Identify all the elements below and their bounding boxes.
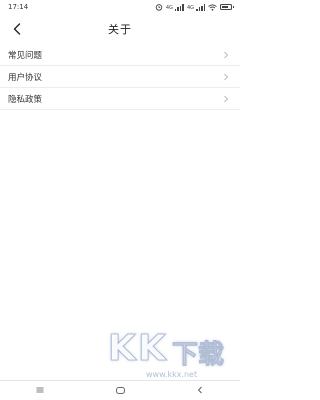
watermark: K K 下载 www.kkx.net xyxy=(108,328,236,388)
system-nav-bar xyxy=(0,380,240,399)
menu-item-privacy-policy[interactable]: 隐私政策 xyxy=(0,88,240,110)
back-icon xyxy=(197,386,202,394)
signal-icon: 4G xyxy=(186,3,205,11)
watermark-text: 下载 xyxy=(172,340,225,371)
signal-icon: 4G xyxy=(165,3,184,11)
chevron-right-icon xyxy=(222,51,230,59)
menu-item-label: 隐私政策 xyxy=(8,94,43,105)
battery-icon xyxy=(220,4,234,10)
page-title: 关于 xyxy=(108,23,132,36)
signal-label: 4G xyxy=(165,4,173,11)
status-time: 17:14 xyxy=(8,3,29,11)
menu-item-faq[interactable]: 常见问题 xyxy=(0,44,240,66)
back-nav-button[interactable] xyxy=(190,383,210,397)
alarm-icon xyxy=(155,4,163,11)
watermark-url: www.kkx.net xyxy=(146,370,198,379)
chevron-right-icon xyxy=(222,73,230,81)
chevron-right-icon xyxy=(222,95,230,103)
menu-item-label: 常见问题 xyxy=(8,50,43,61)
battery-fill xyxy=(222,6,228,8)
menu-icon xyxy=(36,387,44,393)
back-button[interactable] xyxy=(8,20,26,38)
header: 关于 xyxy=(0,14,240,44)
status-bar: 17:14 4G 4G xyxy=(0,0,240,14)
back-chevron-icon xyxy=(13,23,21,35)
wifi-icon xyxy=(208,3,217,11)
home-button[interactable] xyxy=(110,383,130,397)
status-icons: 4G 4G xyxy=(155,3,234,11)
home-icon xyxy=(115,386,125,394)
menu-item-user-agreement[interactable]: 用户协议 xyxy=(0,66,240,88)
watermark-letter: K xyxy=(138,328,167,370)
watermark-letter: K xyxy=(108,328,137,370)
menu-button[interactable] xyxy=(30,383,50,397)
menu-list: 常见问题 用户协议 隐私政策 xyxy=(0,44,240,110)
menu-item-label: 用户协议 xyxy=(8,72,43,83)
signal-label: 4G xyxy=(186,4,194,11)
